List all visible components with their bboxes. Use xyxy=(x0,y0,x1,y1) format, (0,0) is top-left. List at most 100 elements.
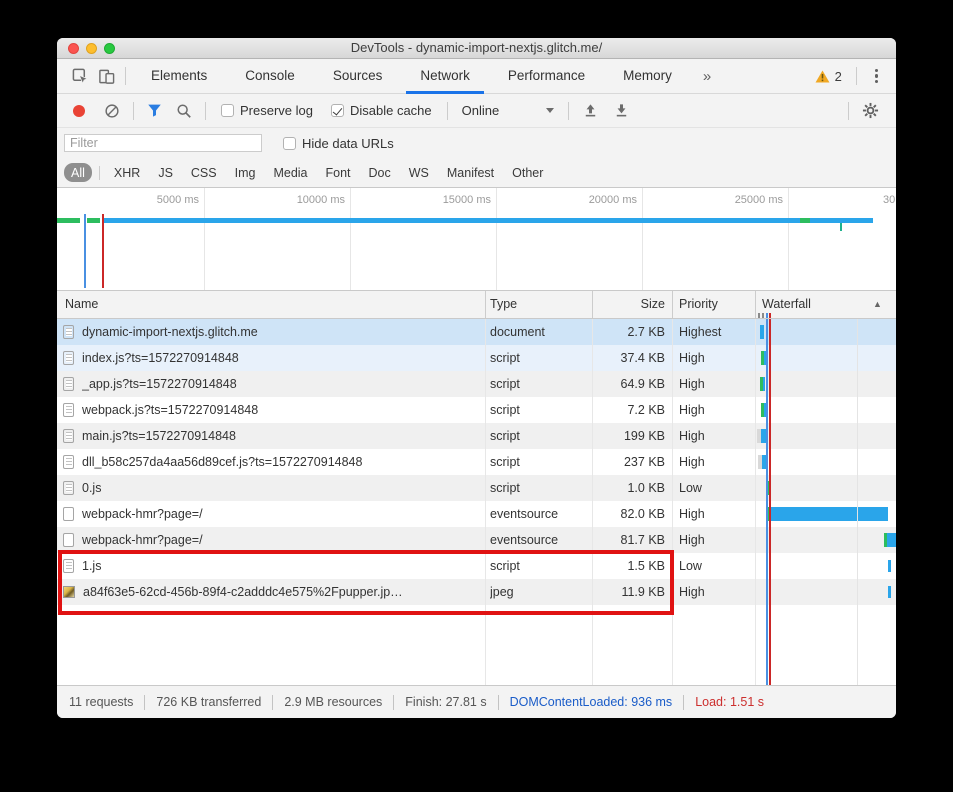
overview-tail-tick xyxy=(840,223,842,231)
column-divider xyxy=(592,319,593,685)
filter-chip-css[interactable]: CSS xyxy=(184,163,224,182)
more-tabs-button[interactable]: » xyxy=(691,68,723,85)
filter-chip-all[interactable]: All xyxy=(64,163,92,182)
filter-funnel-icon[interactable] xyxy=(147,103,162,118)
search-icon[interactable] xyxy=(176,103,192,119)
device-toolbar-icon[interactable] xyxy=(93,64,119,88)
filter-chip-doc[interactable]: Doc xyxy=(362,163,398,182)
request-name-cell[interactable]: webpack.js?ts=1572270914848 xyxy=(63,397,479,423)
tab-network[interactable]: Network xyxy=(401,59,489,94)
clear-network-log-icon[interactable] xyxy=(104,103,120,119)
request-name: dll_b58c257da4aa56d89cef.js?ts=157227091… xyxy=(82,455,363,469)
throttling-select[interactable]: Online xyxy=(462,103,554,118)
checkbox-unchecked[interactable] xyxy=(221,104,234,117)
resource-type-filters: All XHR JS CSS Img Media Font Doc WS Manifest Othe… xyxy=(57,158,896,188)
disable-cache-checkbox[interactable]: Disable cache xyxy=(330,103,432,118)
filter-chip-other[interactable]: Other xyxy=(505,163,550,182)
more-options-icon[interactable] xyxy=(863,68,890,84)
timeline-gridline xyxy=(350,188,351,290)
request-priority-cell: High xyxy=(679,533,705,547)
preserve-log-checkbox[interactable]: Preserve log xyxy=(221,103,313,118)
column-header-type[interactable]: Type xyxy=(490,291,517,318)
panel-tabs: Elements Console Sources Network Performance… xyxy=(132,59,691,94)
column-divider[interactable] xyxy=(672,291,673,318)
checkbox-checked[interactable] xyxy=(330,104,344,117)
request-name-cell[interactable]: webpack-hmr?page=/ xyxy=(63,501,479,527)
request-type-cell: script xyxy=(490,481,520,495)
document-file-icon xyxy=(63,429,74,443)
settings-gear-icon[interactable] xyxy=(862,102,879,119)
timeline-tick-label: 10000 ms xyxy=(296,194,345,206)
request-name-cell[interactable]: main.js?ts=1572270914848 xyxy=(63,423,479,449)
waterfall-bar xyxy=(760,325,764,339)
request-name-cell[interactable]: dll_b58c257da4aa56d89cef.js?ts=157227091… xyxy=(63,449,479,475)
filter-chip-manifest[interactable]: Manifest xyxy=(440,163,501,182)
overview-activity-bar xyxy=(57,218,80,223)
request-type-cell: script xyxy=(490,455,520,469)
inspect-element-icon[interactable] xyxy=(67,64,93,88)
tab-elements[interactable]: Elements xyxy=(132,59,226,94)
filter-chip-ws[interactable]: WS xyxy=(402,163,436,182)
request-type-cell: script xyxy=(490,377,520,391)
divider xyxy=(393,694,395,710)
status-item: 2.9 MB resources xyxy=(284,695,383,709)
status-item[interactable]: Load: 1.51 s xyxy=(695,695,764,709)
request-name-cell[interactable]: _app.js?ts=1572270914848 xyxy=(63,371,479,397)
filter-chip-xhr[interactable]: XHR xyxy=(107,163,147,182)
column-divider[interactable] xyxy=(755,291,756,318)
request-size-cell: 7.2 KB xyxy=(627,403,665,417)
load-event-line xyxy=(102,214,104,288)
request-size-cell: 237 KB xyxy=(623,455,665,469)
filter-chip-js[interactable]: JS xyxy=(151,163,180,182)
load-event-line xyxy=(769,319,771,685)
tab-memory[interactable]: Memory xyxy=(604,59,691,94)
dcl-event-line xyxy=(84,214,86,288)
status-item[interactable]: DOMContentLoaded: 936 ms xyxy=(510,695,673,709)
network-overview-timeline[interactable]: 5000 ms 10000 ms 15000 ms 20000 ms 25000 ms 3… xyxy=(57,188,896,290)
request-type-cell: eventsource xyxy=(490,507,559,521)
blank-file-icon xyxy=(63,533,74,547)
console-warnings-badge[interactable]: 2 xyxy=(815,69,842,84)
tab-sources[interactable]: Sources xyxy=(314,59,402,94)
document-file-icon xyxy=(63,351,74,365)
request-name: _app.js?ts=1572270914848 xyxy=(82,377,237,391)
throttling-value: Online xyxy=(461,103,500,118)
column-divider[interactable] xyxy=(485,291,486,318)
record-network-log-button[interactable] xyxy=(73,104,85,117)
sort-ascending-icon[interactable]: ▲ xyxy=(873,291,882,318)
document-file-icon xyxy=(63,377,74,391)
request-type-cell: script xyxy=(490,351,520,365)
divider xyxy=(125,67,126,85)
timeline-gridline xyxy=(788,188,789,290)
filter-chip-media[interactable]: Media xyxy=(266,163,314,182)
filter-chip-font[interactable]: Font xyxy=(319,163,358,182)
zoom-window-button[interactable] xyxy=(104,43,115,54)
status-item: Finish: 27.81 s xyxy=(405,695,487,709)
request-name-cell[interactable]: index.js?ts=1572270914848 xyxy=(63,345,479,371)
hide-data-urls-checkbox[interactable]: Hide data URLs xyxy=(283,136,394,151)
request-priority-cell: Low xyxy=(679,481,702,495)
import-har-icon[interactable] xyxy=(582,102,599,119)
column-header-name[interactable]: Name xyxy=(65,291,98,318)
request-priority-cell: High xyxy=(679,351,705,365)
request-name-cell[interactable]: dynamic-import-nextjs.glitch.me xyxy=(63,319,479,345)
window-titlebar[interactable]: DevTools - dynamic-import-nextjs.glitch.… xyxy=(57,38,896,59)
column-divider xyxy=(485,319,486,685)
tab-performance[interactable]: Performance xyxy=(489,59,604,94)
minimize-window-button[interactable] xyxy=(86,43,97,54)
request-size-cell: 82.0 KB xyxy=(620,507,665,521)
column-header-size[interactable]: Size xyxy=(592,291,665,318)
column-divider[interactable] xyxy=(592,291,593,318)
tab-console[interactable]: Console xyxy=(226,59,314,94)
request-name-cell[interactable]: 0.js xyxy=(63,475,479,501)
timeline-gridline xyxy=(204,188,205,290)
filter-input[interactable] xyxy=(64,134,262,152)
requests-table-header: Name Type Size Priority Waterfall ▲ xyxy=(57,290,896,319)
checkbox-unchecked[interactable] xyxy=(283,136,296,150)
dcl-event-line xyxy=(765,319,768,685)
filter-chip-img[interactable]: Img xyxy=(228,163,263,182)
close-window-button[interactable] xyxy=(68,43,79,54)
export-har-icon[interactable] xyxy=(613,102,630,119)
request-size-cell: 1.0 KB xyxy=(627,481,665,495)
column-header-priority[interactable]: Priority xyxy=(679,291,718,318)
